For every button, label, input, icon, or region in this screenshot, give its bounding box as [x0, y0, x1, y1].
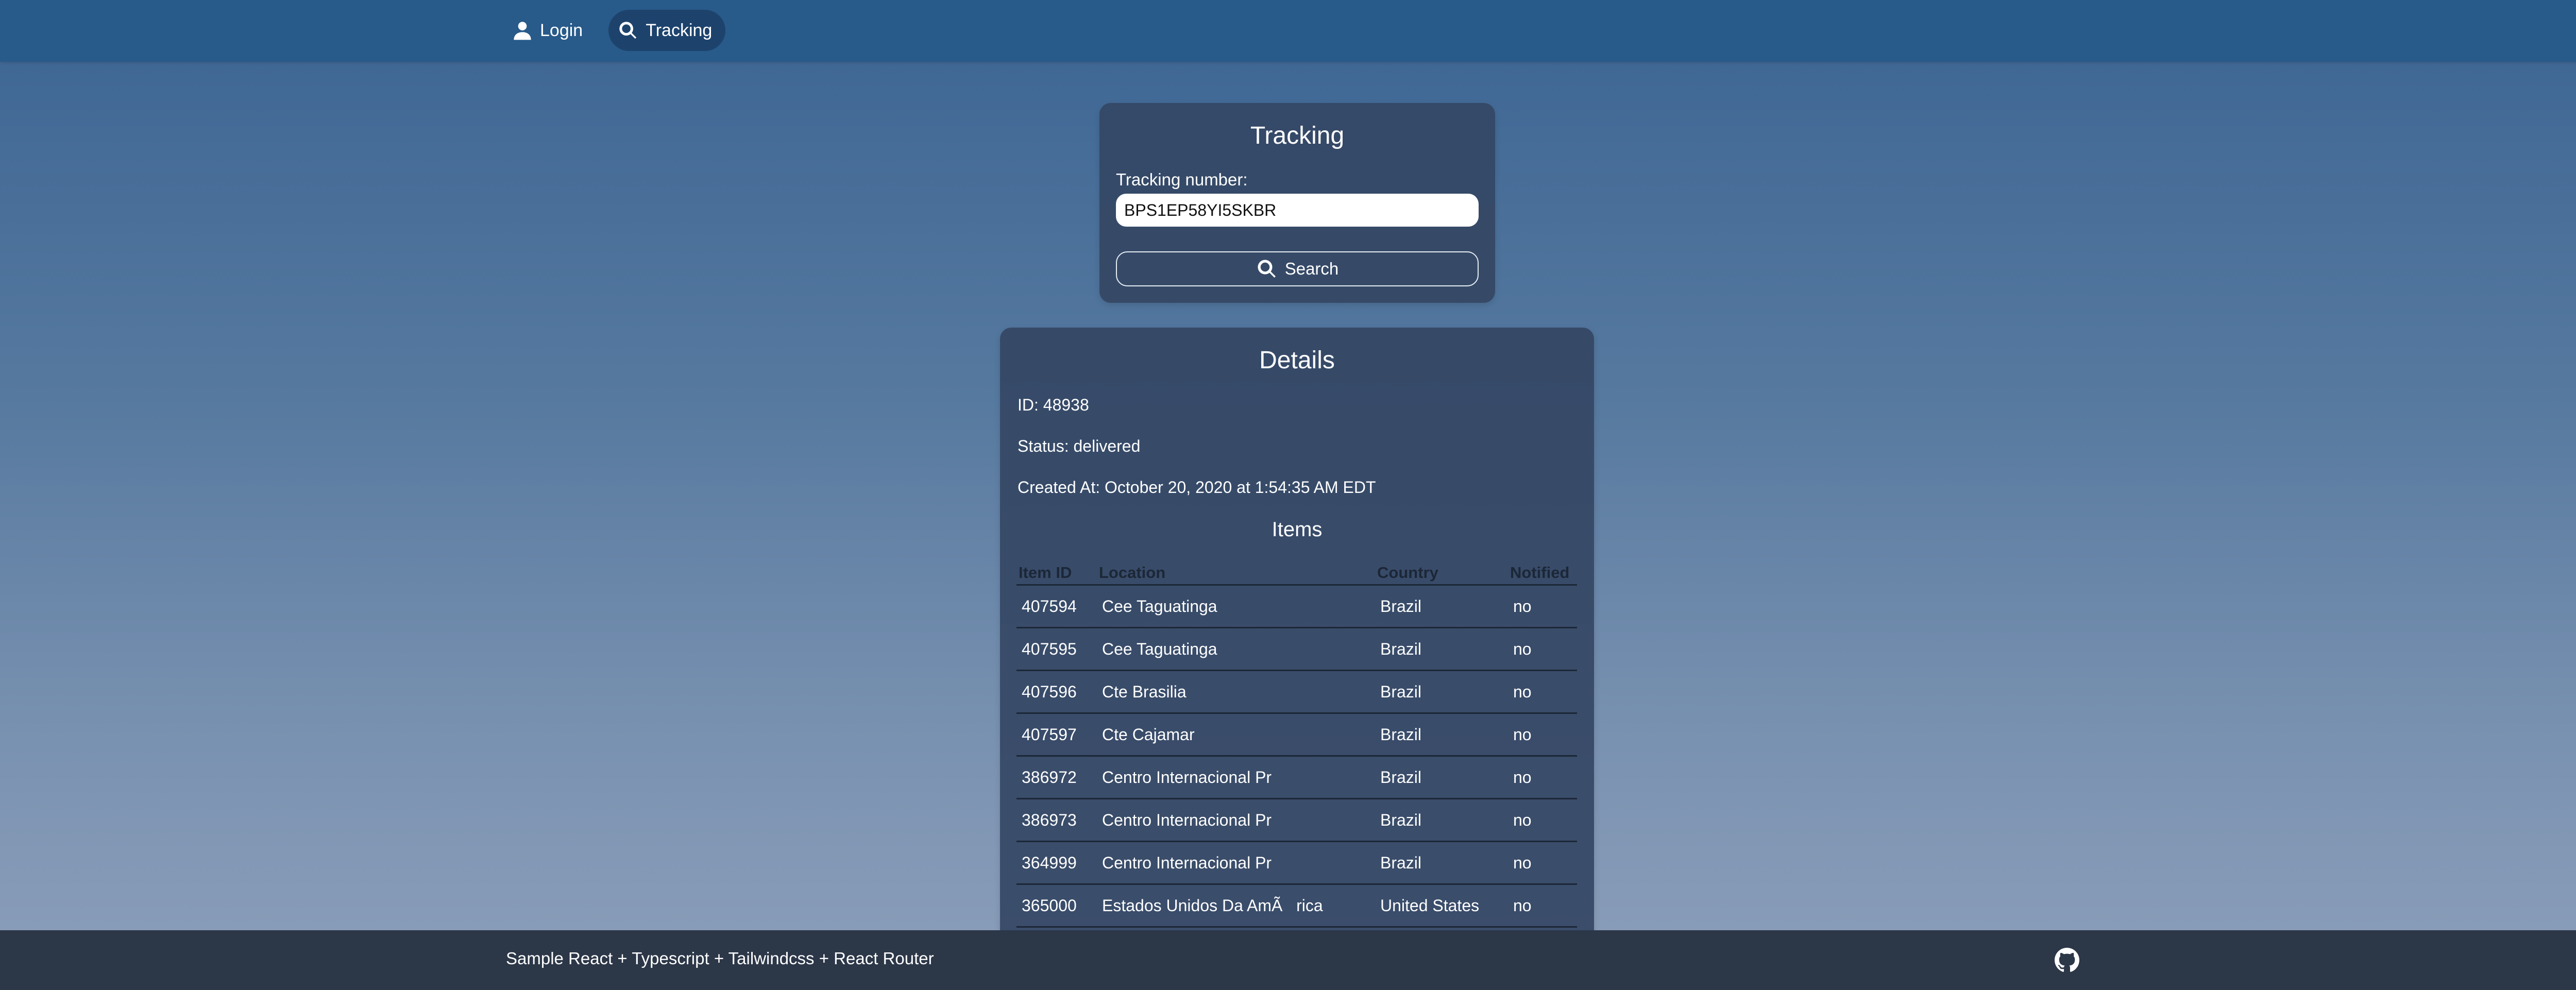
items-table-header: Item ID Location Country Notified — [1016, 561, 1577, 586]
cell-notified: no — [1508, 841, 1577, 885]
cell-location: Centro Internacional Pr — [1097, 798, 1375, 842]
column-header-location: Location — [1097, 561, 1375, 586]
cell-country: Brazil — [1375, 670, 1508, 714]
cell-country: Brazil — [1375, 627, 1508, 671]
cell-location: Centro Internacional Pr — [1097, 841, 1375, 885]
table-row: 386972 Centro Internacional Pr Brazil no — [1016, 756, 1577, 799]
table-row: 386973 Centro Internacional Pr Brazil no — [1016, 798, 1577, 842]
column-header-item-id: Item ID — [1016, 561, 1097, 586]
cell-item-id: 365000 — [1016, 884, 1097, 928]
cell-location: Centro Internacional Pr — [1097, 756, 1375, 799]
column-header-country: Country — [1375, 561, 1508, 586]
cell-notified: no — [1508, 756, 1577, 799]
items-title: Items — [1272, 518, 1323, 541]
cell-item-id: 407594 — [1016, 585, 1097, 628]
cell-notified: no — [1508, 713, 1577, 757]
details-card: Details ID: 48938 Status: delivered Crea… — [1000, 328, 1594, 990]
table-row: 407597 Cte Cajamar Brazil no — [1016, 713, 1577, 757]
cell-country: Brazil — [1375, 713, 1508, 757]
user-icon — [514, 22, 531, 40]
column-header-notified: Notified — [1508, 561, 1577, 586]
table-row: 407596 Cte Brasilia Brazil no — [1016, 670, 1577, 714]
nav-login[interactable]: Login — [503, 10, 596, 51]
cell-location: Cee Taguatinga — [1097, 585, 1375, 628]
table-row: 407594 Cee Taguatinga Brazil no — [1016, 585, 1577, 628]
nav-login-label: Login — [540, 20, 583, 40]
cell-location: Cte Cajamar — [1097, 713, 1375, 757]
detail-id: ID: 48938 — [1018, 396, 1089, 414]
cell-notified: no — [1508, 884, 1577, 928]
nav-tracking-label: Tracking — [646, 20, 713, 40]
search-button-label: Search — [1284, 259, 1339, 278]
search-icon — [1258, 260, 1276, 278]
table-row: 365000 Estados Unidos Da AmÃ rica United… — [1016, 884, 1577, 928]
cell-location: Cte Brasilia — [1097, 670, 1375, 714]
cell-item-id: 364999 — [1016, 841, 1097, 885]
tracking-number-input[interactable] — [1116, 194, 1479, 227]
cell-location: Cee Taguatinga — [1097, 627, 1375, 671]
search-icon — [619, 22, 637, 39]
github-icon[interactable] — [2055, 948, 2079, 972]
cell-item-id: 386973 — [1016, 798, 1097, 842]
tracking-number-label: Tracking number: — [1116, 170, 1248, 189]
footer-text: Sample React + Typescript + Tailwindcss … — [506, 949, 934, 968]
cell-item-id: 407597 — [1016, 713, 1097, 757]
cell-country: Brazil — [1375, 798, 1508, 842]
detail-status: Status: delivered — [1018, 437, 1141, 455]
tracking-card: Tracking Tracking number: Search — [1099, 103, 1495, 303]
cell-item-id: 407596 — [1016, 670, 1097, 714]
nav-tracking[interactable]: Tracking — [608, 10, 726, 51]
cell-country: Brazil — [1375, 841, 1508, 885]
cell-notified: no — [1508, 670, 1577, 714]
search-button[interactable]: Search — [1116, 251, 1479, 286]
cell-country: Brazil — [1375, 585, 1508, 628]
tracking-title: Tracking — [1250, 122, 1345, 149]
detail-created-at: Created At: October 20, 2020 at 1:54:35 … — [1018, 478, 1376, 497]
cell-item-id: 407595 — [1016, 627, 1097, 671]
table-row: 407595 Cee Taguatinga Brazil no — [1016, 627, 1577, 671]
items-table: Item ID Location Country Notified 407594… — [1016, 561, 1577, 928]
cell-item-id: 386972 — [1016, 756, 1097, 799]
top-nav-bar: Login Tracking — [0, 0, 2576, 62]
main-nav: Login Tracking — [503, 10, 726, 51]
table-row: 364999 Centro Internacional Pr Brazil no — [1016, 841, 1577, 885]
cell-country: Brazil — [1375, 756, 1508, 799]
details-title: Details — [1259, 347, 1335, 374]
cell-notified: no — [1508, 798, 1577, 842]
footer: Sample React + Typescript + Tailwindcss … — [0, 930, 2576, 990]
cell-location: Estados Unidos Da AmÃ rica — [1097, 884, 1375, 928]
cell-notified: no — [1508, 585, 1577, 628]
cell-notified: no — [1508, 627, 1577, 671]
cell-country: United States — [1375, 884, 1508, 928]
